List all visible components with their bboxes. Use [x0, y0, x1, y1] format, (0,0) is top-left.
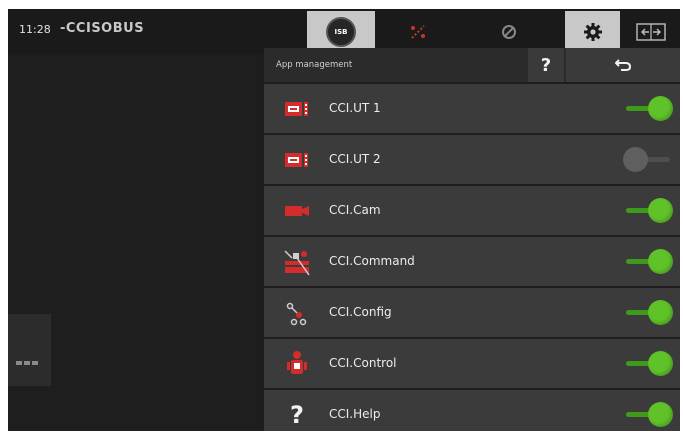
app-toggle[interactable]	[623, 402, 673, 427]
app-row-cci-ut-1[interactable]: CCI.UT 1	[264, 84, 680, 133]
app-switch-button[interactable]	[461, 11, 556, 52]
side-menu-tab[interactable]	[8, 314, 51, 386]
gear-icon	[583, 22, 602, 41]
app-name: CCI.Control	[329, 356, 397, 370]
app-toggle[interactable]	[623, 198, 673, 223]
control-icon	[283, 350, 311, 378]
more-dots-icon	[16, 361, 38, 365]
shortcut-icon	[411, 24, 425, 39]
app-name: CCI.Help	[329, 407, 381, 421]
isb-button[interactable]: ISB	[307, 11, 375, 52]
help-button[interactable]: ?	[528, 48, 564, 82]
app-toggle[interactable]	[623, 249, 673, 274]
app-row-cci-config[interactable]: CCI.Config	[264, 288, 680, 337]
app-row-cci-ut-2[interactable]: CCI.UT 2	[264, 135, 680, 184]
terminal-screen: 11:28 -CCISOBUS ISB App management ? CCI…	[8, 9, 680, 431]
terminal-icon	[283, 95, 311, 123]
no-entry-icon	[501, 24, 516, 39]
app-name: CCI.Command	[329, 254, 415, 268]
back-button[interactable]	[566, 48, 680, 82]
app-row-cci-help[interactable]: ? CCI.Help	[264, 390, 680, 431]
terminal-icon	[283, 146, 311, 174]
app-toggle[interactable]	[623, 147, 673, 172]
clock: 11:28	[19, 23, 51, 36]
brand-logo: -CCISOBUS	[60, 21, 145, 36]
panel-header: App management ?	[264, 48, 680, 82]
app-toggle[interactable]	[623, 96, 673, 121]
app-row-cci-cam[interactable]: CCI.Cam	[264, 186, 680, 235]
switch-arrows-icon	[636, 22, 666, 41]
app-management-panel: App management ? CCI.UT 1 CCI.UT 2 CCI.C…	[264, 48, 680, 431]
return-arrow-icon	[615, 59, 632, 71]
app-name: CCI.UT 2	[329, 152, 381, 166]
app-name: CCI.UT 1	[329, 101, 381, 115]
app-toggle[interactable]	[623, 300, 673, 325]
app-row-cci-control[interactable]: CCI.Control	[264, 339, 680, 388]
config-icon	[283, 299, 311, 327]
app-list: CCI.UT 1 CCI.UT 2 CCI.Cam CCI.Command CC…	[264, 84, 680, 431]
shortcut-button[interactable]	[375, 11, 461, 52]
camera-icon	[283, 197, 311, 225]
app-name: CCI.Cam	[329, 203, 381, 217]
panel-title: App management	[276, 60, 353, 70]
settings-button[interactable]	[565, 11, 620, 52]
help-icon: ?	[290, 401, 304, 429]
app-row-cci-command[interactable]: CCI.Command	[264, 237, 680, 286]
app-toggle[interactable]	[623, 351, 673, 376]
app-name: CCI.Config	[329, 305, 392, 319]
screen-switch-button[interactable]	[622, 11, 680, 52]
command-icon	[283, 248, 311, 276]
isb-icon: ISB	[326, 16, 356, 47]
